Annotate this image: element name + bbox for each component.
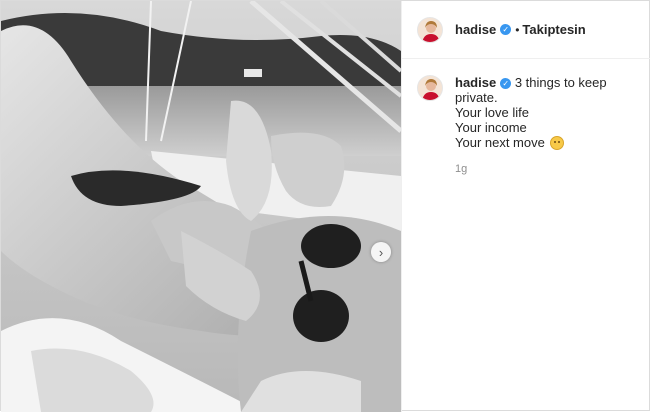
separator-dot: • <box>515 22 520 37</box>
post-timestamp[interactable]: 1g <box>455 162 636 177</box>
post-photo[interactable]: › <box>1 1 401 412</box>
avatar-photo-icon <box>418 17 442 42</box>
avatar-photo-icon <box>418 76 442 100</box>
verified-badge-icon: ✓ <box>500 24 512 35</box>
caption-first-line: hadise ✓ 3 things to keep private. <box>455 75 636 105</box>
instagram-post: › hadise ✓ • Takiptesin hadise ✓ 3 thing… <box>0 0 650 412</box>
verified-badge-icon: ✓ <box>500 78 512 89</box>
caption-comment: hadise ✓ 3 things to keep private. Your l… <box>402 59 650 177</box>
caption-author-avatar[interactable] <box>417 75 443 101</box>
author-avatar[interactable] <box>417 16 443 43</box>
smiling-face-emoji-icon <box>550 136 565 150</box>
next-photo-button[interactable]: › <box>371 242 391 262</box>
following-status-button[interactable]: Takiptesin <box>522 22 585 37</box>
caption-username[interactable]: hadise <box>455 75 496 90</box>
caption-text-line-4: Your next move <box>455 135 545 150</box>
post-sidebar: hadise ✓ • Takiptesin hadise ✓ 3 things t… <box>401 1 650 412</box>
caption-text-line-3: Your income <box>455 120 527 135</box>
photo-image <box>1 1 401 412</box>
post-header: hadise ✓ • Takiptesin <box>402 1 650 59</box>
caption-text-line-2: Your love life <box>455 105 529 120</box>
caption-body: hadise ✓ 3 things to keep private. Your l… <box>455 75 636 177</box>
author-username[interactable]: hadise <box>455 22 496 37</box>
caption-text-line-4-wrap: Your next move <box>455 135 636 150</box>
